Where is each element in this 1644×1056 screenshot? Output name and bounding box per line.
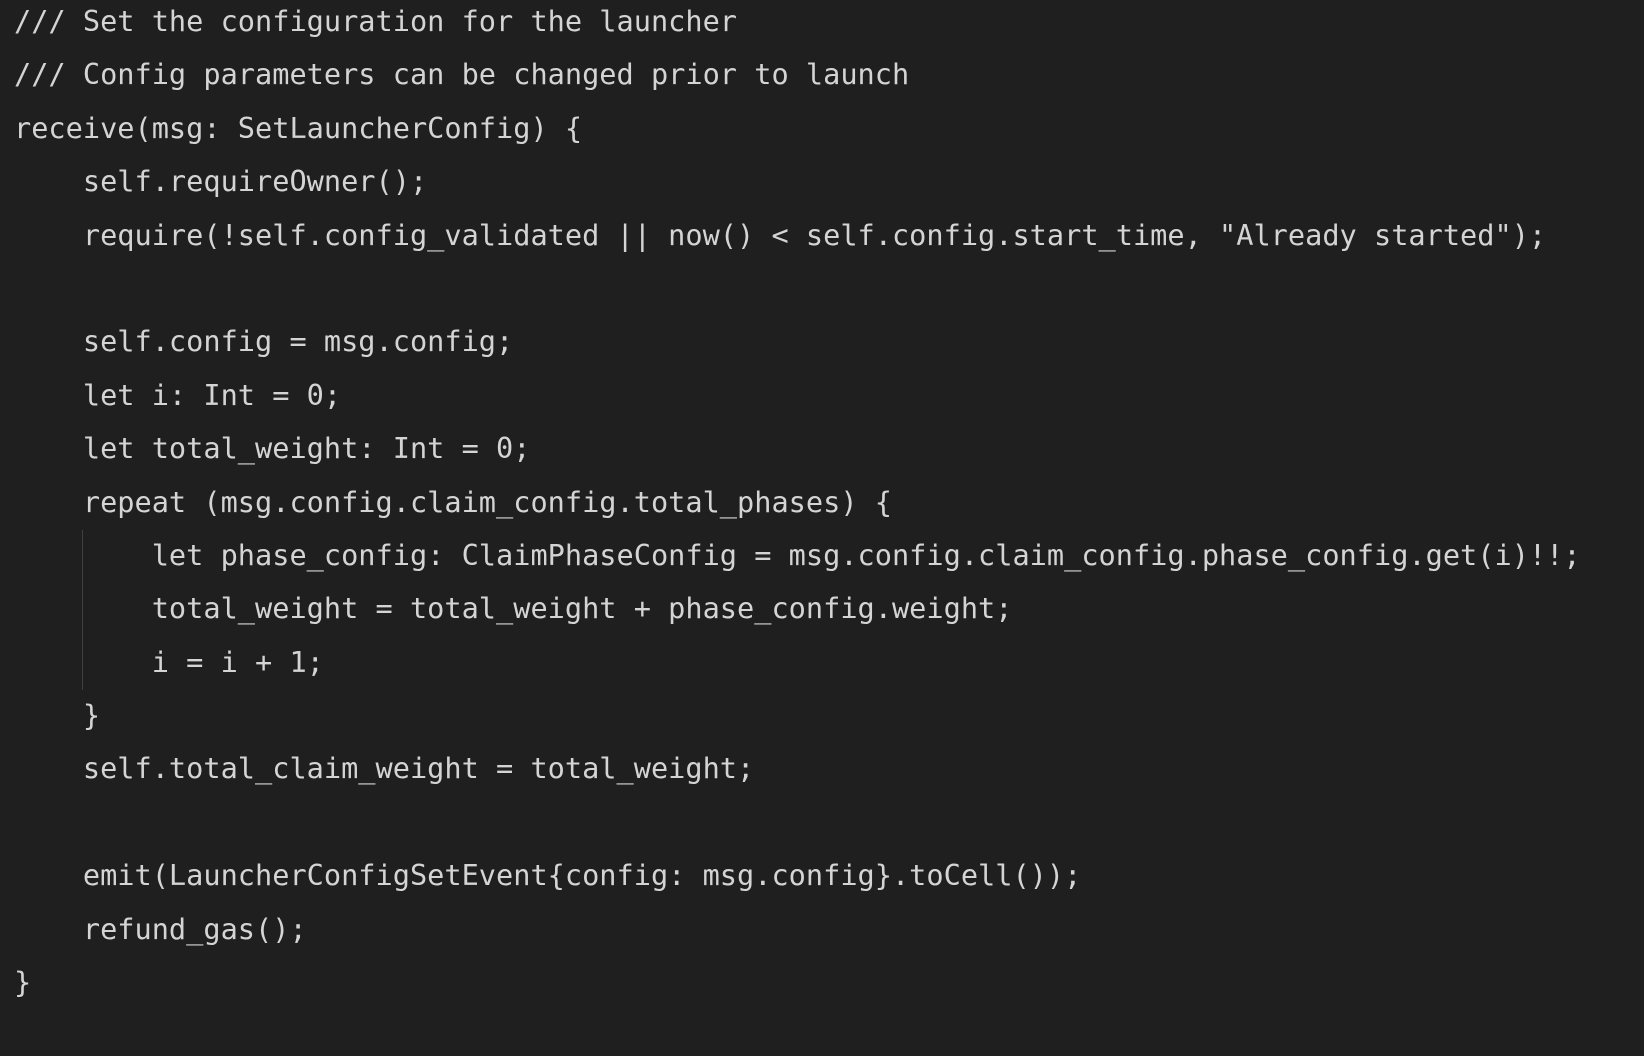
code-line: /// Set the configuration for the launch… — [14, 4, 738, 38]
code-editor[interactable]: /// Set the configuration for the launch… — [14, 0, 1644, 1009]
code-line: emit(LauncherConfigSetEvent{config: msg.… — [14, 858, 1082, 893]
code-line: self.config = msg.config; — [14, 324, 514, 359]
code-line: repeat (msg.config.claim_config.total_ph… — [14, 484, 892, 519]
code-line: let i: Int = 0; — [14, 377, 342, 412]
code-line: } — [14, 698, 101, 733]
code-line: self.requireOwner(); — [14, 164, 428, 199]
code-line: let total_weight: Int = 0; — [14, 431, 531, 466]
code-line: receive(msg: SetLauncherConfig) { — [14, 110, 583, 145]
code-line: total_weight = total_weight + phase_conf… — [14, 591, 1013, 626]
code-line: self.total_claim_weight = total_weight; — [14, 751, 755, 786]
code-line: } — [14, 965, 32, 1000]
code-line: require(!self.config_validated || now() … — [14, 217, 1547, 252]
code-line: refund_gas(); — [14, 911, 307, 946]
code-line: /// Config parameters can be changed pri… — [14, 57, 910, 92]
code-line: i = i + 1; — [14, 644, 324, 679]
code-line: let phase_config: ClaimPhaseConfig = msg… — [14, 537, 1581, 572]
